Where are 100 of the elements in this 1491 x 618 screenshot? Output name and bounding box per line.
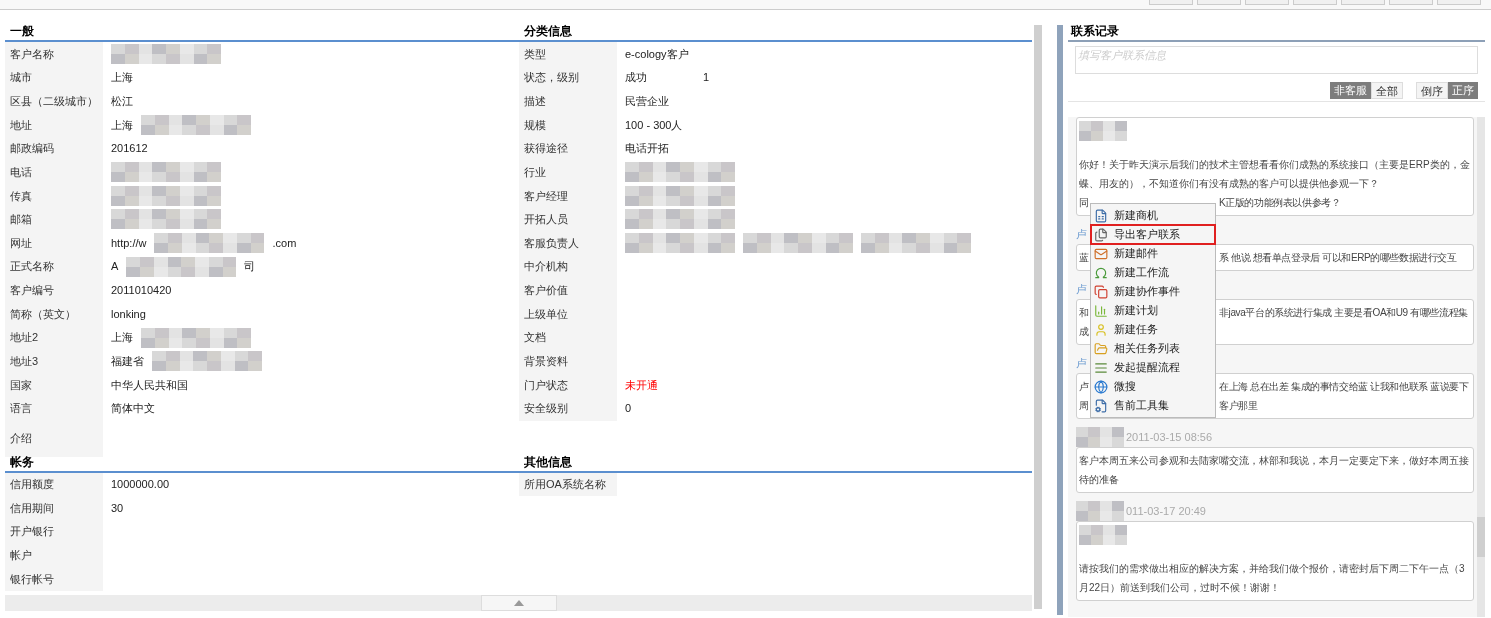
menu-item[interactable]: 新建商机 [1091,206,1215,225]
message-text: 卢 [1079,380,1089,394]
field-label: 安全级别 [524,401,568,417]
field-value: e-cology客户 [625,47,689,60]
scrollbar[interactable] [1477,117,1485,617]
section-title: 一般 [10,24,34,38]
toggle-button[interactable]: 倒序 [1416,82,1448,99]
mail-icon [1094,246,1108,261]
toolbar-button[interactable] [1245,0,1289,5]
field-label: 信用额度 [10,477,54,493]
message-text: 在上海 总在出差 集成的事情交给蓝 让我和他联系 蓝说要下 [1219,380,1469,394]
section-title: 帐务 [10,454,34,469]
toolbar-button[interactable] [1149,0,1193,5]
field-value: 1000000.00 [111,478,170,491]
menu-item[interactable]: 发起提醒流程 [1091,358,1215,377]
field-value: 简体中文 [111,402,155,415]
field-label: 行业 [524,164,546,180]
folder-icon [1094,341,1108,356]
omega-icon [1094,265,1108,280]
stacked-pages-icon [1094,284,1108,299]
bar-chart-icon [1094,303,1108,318]
field-label: 邮政编码 [10,141,54,157]
pages-icon [1094,227,1108,242]
field-label: 银行帐号 [10,571,54,587]
field-label: 介绍 [10,431,32,447]
timestamp: 2011-03-15 08:56 [1126,429,1213,445]
toggle-button[interactable]: 非客服 [1330,82,1371,99]
toolbar-button[interactable] [1389,0,1433,5]
field-value: 松江 [111,94,133,107]
field-value: 100 - 300人 [625,118,683,131]
globe-icon [1094,379,1108,394]
field-value: 1 [703,71,710,84]
menu-item[interactable]: 售前工具集 [1091,396,1215,415]
message-text: 周 [1079,399,1089,413]
section-title: 其他信息 [524,454,572,469]
field-label: 开拓人员 [524,212,568,228]
field-value: 30 [111,501,124,514]
field-label: 地址3 [10,354,39,370]
field-label: 中介机构 [524,259,568,275]
field-label: 规模 [524,117,546,133]
field-label: 类型 [524,46,546,62]
scrollbar[interactable] [1034,25,1042,609]
field-label: 所用OA系统名称 [524,477,606,493]
field-label: 信用期间 [10,500,54,516]
field-value: 201612 [111,142,148,155]
field-label: 门户状态 [524,377,568,393]
document-icon [1094,398,1108,413]
field-value: 上海 [111,71,133,84]
up-arrow-icon [513,600,524,606]
section-title: 分类信息 [524,24,572,38]
message-text: 客户那里 [1219,399,1258,413]
field-value: 未开通 [625,378,658,391]
field-value: 民营企业 [625,94,669,107]
menu-item[interactable]: 新建邮件 [1091,244,1215,263]
message-text: 你好！关于昨天演示后我们的技术主管想看看你们成熟的系统接口（主要是ERP类的，金蝶、用友的），不知道你们有没有成熟的客户可以提供他参观一下？ [1079,158,1471,191]
splitter-bar[interactable] [1057,25,1063,615]
message-text: 成 [1079,325,1089,339]
field-label: 区县（二级城市） [10,93,98,109]
field-label: 电话 [10,164,32,180]
toolbar-button[interactable] [1293,0,1337,5]
field-value: 福建省 [111,355,144,368]
menu-item[interactable]: 新建工作流 [1091,263,1215,282]
field-value: 中华人民共和国 [111,378,188,391]
field-label: 获得途径 [524,141,568,157]
menu-item[interactable]: 微搜 [1091,377,1215,396]
menu-item[interactable]: 相关任务列表 [1091,339,1215,358]
menu-item[interactable]: 新建计划 [1091,301,1215,320]
field-label: 文档 [524,330,546,346]
toggle-button[interactable]: 全部 [1371,82,1403,99]
field-label: 客户名称 [10,46,54,62]
field-label: 客户编号 [10,283,54,299]
field-label: 上级单位 [524,306,568,322]
field-value: .com [272,236,297,249]
field-label: 网址 [10,235,32,251]
field-label: 地址 [10,117,32,133]
toolbar-button[interactable] [1197,0,1241,5]
collapse-button[interactable] [480,595,557,611]
field-label: 语言 [10,401,32,417]
menu-item[interactable]: 新建协作事件 [1091,282,1215,301]
field-label: 客户价值 [524,283,568,299]
blurred-text [1079,121,1127,141]
menu-item[interactable]: 新建任务 [1091,320,1215,339]
message-text: K正版的功能例表以供参考？ [1219,196,1341,210]
field-value: http://w [111,236,147,249]
field-label: 客服负责人 [524,235,579,251]
message-text: 蓝 [1079,251,1089,265]
field-label: 开户银行 [10,524,54,540]
panel-title: 联系记录 [1071,23,1119,40]
message-text: 客户本周五来公司参观和去陆家嘴交流，林部和我说，本月一定要定下来，做好本周五接待的准备 [1079,454,1470,487]
message-text: 非java平台的系统进行集成 主要是看OA和U9 有哪些流程集 [1219,306,1468,320]
document-icon [1094,208,1108,223]
toggle-button[interactable]: 正序 [1448,82,1478,99]
field-label: 状态，级别 [524,70,579,86]
toolbar-button[interactable] [1437,0,1481,5]
field-value: 2011010420 [111,284,172,297]
person-icon [1094,322,1108,337]
menu-item[interactable]: 导出客户联系 [1091,225,1215,244]
field-value: lonking [111,307,146,320]
field-value: 上海 [111,118,133,131]
toolbar-button[interactable] [1341,0,1385,5]
